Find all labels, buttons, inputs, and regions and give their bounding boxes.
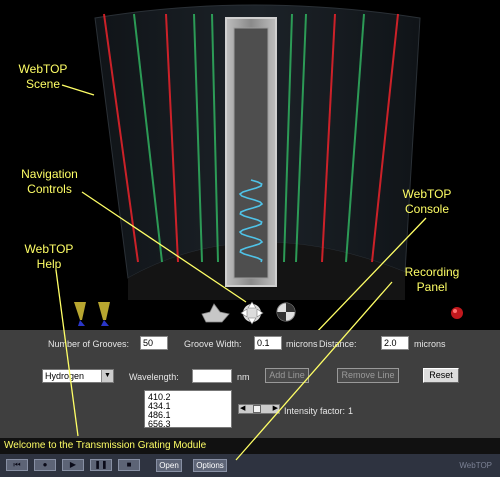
wavelength-list[interactable]: 410.2 434.1 486.1 656.3 xyxy=(144,390,232,428)
grooves-label: Number of Grooves: xyxy=(48,339,130,349)
help-status-bar: Welcome to the Transmission Grating Modu… xyxy=(0,438,500,454)
webtop-console: Number of Grooves: 50 Groove Width: 0.1 … xyxy=(0,330,500,438)
distance-label: Distance: xyxy=(319,339,357,349)
pan-icon[interactable] xyxy=(201,303,230,323)
slider-left-icon: ◀ xyxy=(240,405,246,412)
translate-icon[interactable] xyxy=(240,301,264,325)
open-button[interactable]: Open xyxy=(156,459,182,472)
groove-width-label: Groove Width: xyxy=(184,339,242,349)
grooves-input[interactable]: 50 xyxy=(140,336,168,350)
groove-width-unit: microns xyxy=(286,339,318,349)
webtop-brand: WebTOP xyxy=(459,461,492,470)
options-button[interactable]: Options xyxy=(193,459,227,472)
chevron-down-icon: ▼ xyxy=(101,370,113,382)
pause-icon[interactable]: ❚❚ xyxy=(90,459,112,471)
play-icon[interactable]: ▶ xyxy=(62,459,84,471)
reset-button[interactable]: Reset xyxy=(423,368,459,383)
element-select-value: Hydrogen xyxy=(45,371,85,381)
slider-thumb[interactable] xyxy=(253,405,261,413)
examine-icon[interactable] xyxy=(276,302,296,322)
callout-navigation-controls: Navigation Controls xyxy=(21,167,78,196)
slider-right-icon: ▶ xyxy=(272,405,278,412)
spotlight-icon[interactable] xyxy=(74,302,110,326)
wavelength-list-item[interactable]: 656.3 xyxy=(148,420,228,428)
record-icon[interactable]: ● xyxy=(34,459,56,471)
add-line-button[interactable]: Add Line xyxy=(265,368,309,383)
wavelength-input[interactable] xyxy=(192,369,232,383)
stop-icon[interactable]: ■ xyxy=(118,459,140,471)
wavelength-unit: nm xyxy=(237,372,250,382)
callout-webtop-help: WebTOP Help xyxy=(24,242,74,271)
callout-recording-panel: Recording Panel xyxy=(404,265,460,294)
intensity-label: Intensity factor: xyxy=(284,406,346,416)
intensity-value: 1 xyxy=(348,406,354,416)
rewind-icon[interactable]: ⏮ xyxy=(6,459,28,471)
callout-webtop-console: WebTOP Console xyxy=(402,187,452,216)
recording-panel: ⏮ ● ▶ ❚❚ ■ Open Options WebTOP xyxy=(0,454,500,477)
remove-line-button[interactable]: Remove Line xyxy=(337,368,399,383)
grating-slot xyxy=(233,27,269,279)
webtop-scene[interactable]: WebTOP Scene Navigation Controls WebTOP Con… xyxy=(0,0,500,330)
element-select[interactable]: Hydrogen ▼ xyxy=(42,369,114,383)
groove-width-input[interactable]: 0.1 xyxy=(254,336,282,350)
wavelength-label: Wavelength: xyxy=(129,372,179,382)
intensity-slider[interactable]: ◀ ▶ xyxy=(238,404,280,414)
distance-unit: microns xyxy=(414,339,446,349)
distance-input[interactable]: 2.0 xyxy=(381,336,409,350)
callout-webtop-scene: WebTOP Scene xyxy=(18,62,68,91)
record-indicator-icon xyxy=(451,307,463,319)
